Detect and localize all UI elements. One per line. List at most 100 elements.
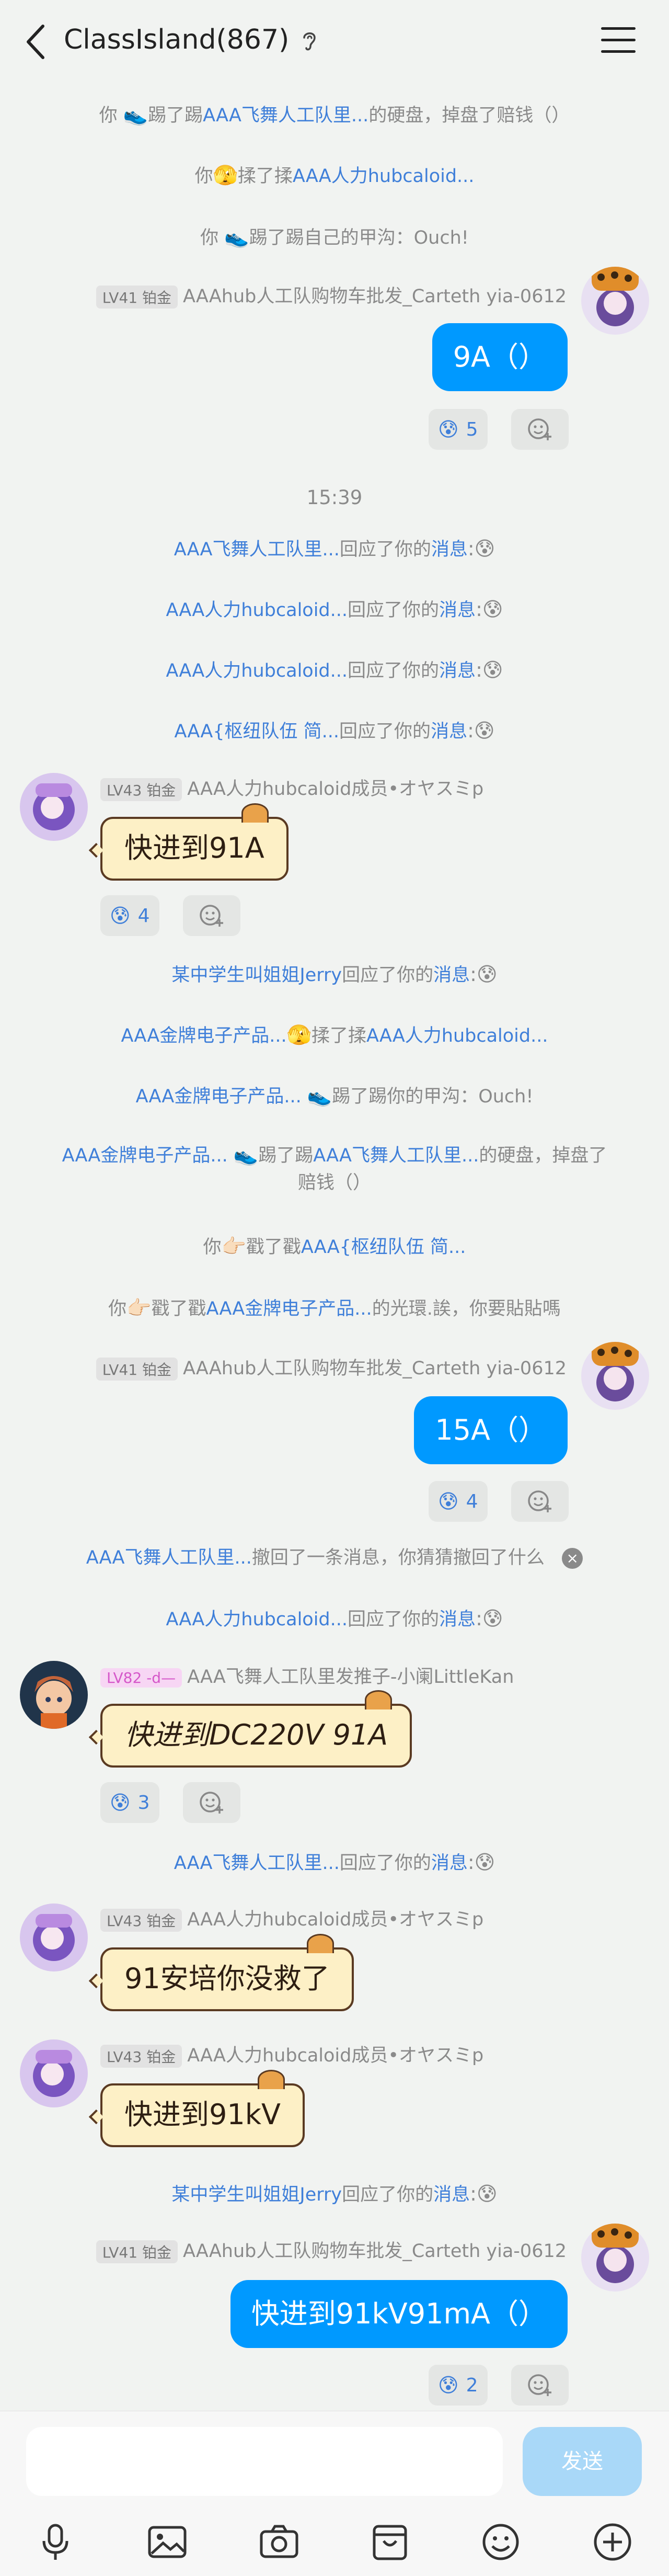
system-notice: AAA飞舞人工队里...回应了你的消息:😰: [174, 537, 495, 560]
reaction-emoji: 😰: [110, 1791, 131, 1814]
avatar[interactable]: [20, 1903, 88, 1971]
user-link[interactable]: AAA人力hubcaloid...: [166, 1609, 348, 1630]
add-reaction-button[interactable]: [511, 409, 569, 450]
system-notice: AAA人力hubcaloid...回应了你的消息:😰: [166, 1607, 503, 1630]
message-sender-line: LV43 铂金 AAA人力hubcaloid成员•オヤスミp: [100, 774, 483, 801]
sender-name: AAAhub人工队购物车批发_Carteth yia-0612: [182, 286, 567, 307]
add-reaction-button[interactable]: [511, 2365, 569, 2406]
user-link[interactable]: 某中学生叫姐姐Jerry: [171, 2184, 342, 2205]
add-reaction-button[interactable]: [183, 1782, 240, 1823]
user-link[interactable]: AAA金牌电子产品...: [136, 1086, 307, 1107]
reaction-emoji: 😰: [110, 904, 131, 927]
avatar[interactable]: [581, 1342, 649, 1410]
message-sender-line: LV43 铂金 AAA人力hubcaloid成员•オヤスミp: [100, 2041, 483, 2068]
avatar[interactable]: [20, 773, 88, 841]
message-sender-line: LV41 铂金 AAAhub人工队购物车批发_Carteth yia-0612: [96, 2236, 567, 2263]
user-link[interactable]: AAA飞舞人工队里...: [174, 539, 340, 560]
user-link[interactable]: AAA人力hubcaloid...: [166, 660, 348, 681]
message-bubble[interactable]: 快进到91A: [88, 803, 289, 881]
system-notice: AAA{枢纽队伍 简...回应了你的消息:😰: [174, 719, 495, 742]
add-emoji-icon: [528, 418, 551, 440]
add-reaction-button[interactable]: [511, 1481, 569, 1522]
user-link[interactable]: AAA金牌电子产品...: [206, 1298, 372, 1319]
reaction-chip[interactable]: 😰 4: [429, 1481, 488, 1522]
system-notice: 你🫣揉了揉AAA人力hubcaloid...: [194, 164, 475, 187]
user-link[interactable]: AAA飞舞人工队里...: [86, 1547, 252, 1568]
send-button[interactable]: 发送: [523, 2427, 642, 2496]
user-link[interactable]: AAA{枢纽队伍 简...: [301, 1237, 466, 1258]
system-notice: AAA人力hubcaloid...回应了你的消息:😰: [166, 598, 503, 621]
wallet-icon[interactable]: [369, 2521, 411, 2563]
message-bubble[interactable]: 15A（）: [414, 1396, 568, 1464]
user-link[interactable]: AAA人力hubcaloid...: [166, 600, 348, 621]
add-emoji-icon: [200, 905, 223, 927]
image-icon[interactable]: [146, 2521, 188, 2563]
system-notice: 你👉🏻戳了戳AAA金牌电子产品...的光環.誒，你要貼貼嗎: [108, 1296, 561, 1319]
chat-header: ClassIsland(867): [0, 0, 669, 86]
avatar[interactable]: [20, 2039, 88, 2107]
reaction-emoji: 😰: [438, 2374, 459, 2397]
message-link[interactable]: 消息: [433, 2184, 470, 2205]
user-link[interactable]: AAA金牌电子产品...: [62, 1145, 234, 1166]
message-link[interactable]: 消息: [439, 660, 476, 681]
avatar[interactable]: [581, 267, 649, 335]
sender-name: AAA人力hubcaloid成员•オヤスミp: [187, 779, 484, 800]
user-link[interactable]: AAA飞舞人工队里...: [203, 105, 368, 126]
message-bubble[interactable]: 9A（）: [432, 323, 568, 391]
system-notice: AAA金牌电子产品... 👟踢了踢你的甲沟：Ouch!: [135, 1084, 534, 1107]
chat-title[interactable]: ClassIsland(867): [64, 24, 289, 55]
user-link[interactable]: AAA{枢纽队伍 简...: [174, 721, 339, 742]
add-emoji-icon: [528, 2374, 551, 2396]
user-link[interactable]: 某中学生叫姐姐Jerry: [171, 965, 342, 986]
level-badge: LV43 铂金: [100, 778, 182, 801]
close-icon[interactable]: ×: [562, 1548, 583, 1569]
reaction-chip[interactable]: 😰 3: [100, 1782, 159, 1823]
back-arrow-icon[interactable]: [21, 21, 52, 63]
reaction-chip[interactable]: 😰 4: [100, 895, 159, 936]
message-bubble[interactable]: 快进到91kV91mA（）: [230, 2280, 568, 2348]
sender-name: AAA人力hubcaloid成员•オヤスミp: [187, 2045, 484, 2066]
user-link[interactable]: AAA飞舞人工队里...: [313, 1145, 479, 1166]
user-link[interactable]: AAA人力hubcaloid...: [293, 166, 475, 187]
message-link[interactable]: 消息: [431, 1853, 468, 1874]
message-link[interactable]: 消息: [433, 965, 470, 986]
reaction-count: 3: [137, 1792, 150, 1814]
message-link[interactable]: 消息: [439, 600, 476, 621]
plus-icon[interactable]: [592, 2521, 633, 2563]
system-notice: AAA金牌电子产品...🫣揉了揉AAA人力hubcaloid...: [121, 1023, 548, 1046]
sender-name: AAAhub人工队购物车批发_Carteth yia-0612: [182, 1358, 567, 1379]
message-link[interactable]: 消息: [431, 539, 468, 560]
menu-icon[interactable]: [601, 27, 636, 55]
composer-bar: 发送: [0, 2411, 669, 2576]
reaction-count: 2: [466, 2374, 478, 2396]
user-link[interactable]: AAA飞舞人工队里...: [174, 1853, 340, 1874]
message-link[interactable]: 消息: [431, 721, 467, 742]
message-bubble[interactable]: 快进到91kV: [88, 2070, 305, 2147]
reaction-chip[interactable]: 😰 2: [429, 2365, 488, 2406]
level-badge: LV43 铂金: [100, 2045, 182, 2068]
reaction-count: 4: [466, 1490, 478, 1512]
sender-name: AAA飞舞人工队里发推子-小阑LittleKan: [187, 1667, 514, 1688]
message-link[interactable]: 消息: [439, 1609, 476, 1630]
system-notice: 你👉🏻戳了戳AAA{枢纽队伍 简...: [203, 1235, 466, 1258]
level-badge: LV41 铂金: [96, 286, 178, 309]
message-bubble[interactable]: 91安培你没救了: [88, 1934, 354, 2011]
system-notice: AAA飞舞人工队里...回应了你的消息:😰: [174, 1851, 495, 1874]
camera-icon[interactable]: [258, 2521, 300, 2563]
user-link[interactable]: AAA人力hubcaloid...: [366, 1025, 548, 1046]
message-bubble[interactable]: 快进到DC220V 91A: [88, 1690, 412, 1768]
message-sender-line: LV43 铂金 AAA人力hubcaloid成员•オヤスミp: [100, 1905, 483, 1932]
avatar[interactable]: [581, 2224, 649, 2292]
emoji-icon[interactable]: [480, 2521, 522, 2563]
add-reaction-button[interactable]: [183, 895, 240, 936]
recall-notice: AAA飞舞人工队里...撤回了一条消息，你猜猜撤回了什么 ×: [31, 1543, 638, 1573]
microphone-icon[interactable]: [34, 2521, 76, 2563]
ear-icon[interactable]: [301, 29, 318, 52]
level-badge: LV41 铂金: [96, 1358, 178, 1381]
reaction-count: 4: [137, 905, 150, 927]
user-link[interactable]: AAA金牌电子产品...: [121, 1025, 286, 1046]
system-notice: 你 👟踢了踢AAA飞舞人工队里...的硬盘，掉盘了赔钱（）: [99, 103, 570, 126]
avatar[interactable]: [20, 1661, 88, 1729]
message-input[interactable]: [26, 2427, 503, 2496]
reaction-chip[interactable]: 😰 5: [429, 409, 488, 450]
